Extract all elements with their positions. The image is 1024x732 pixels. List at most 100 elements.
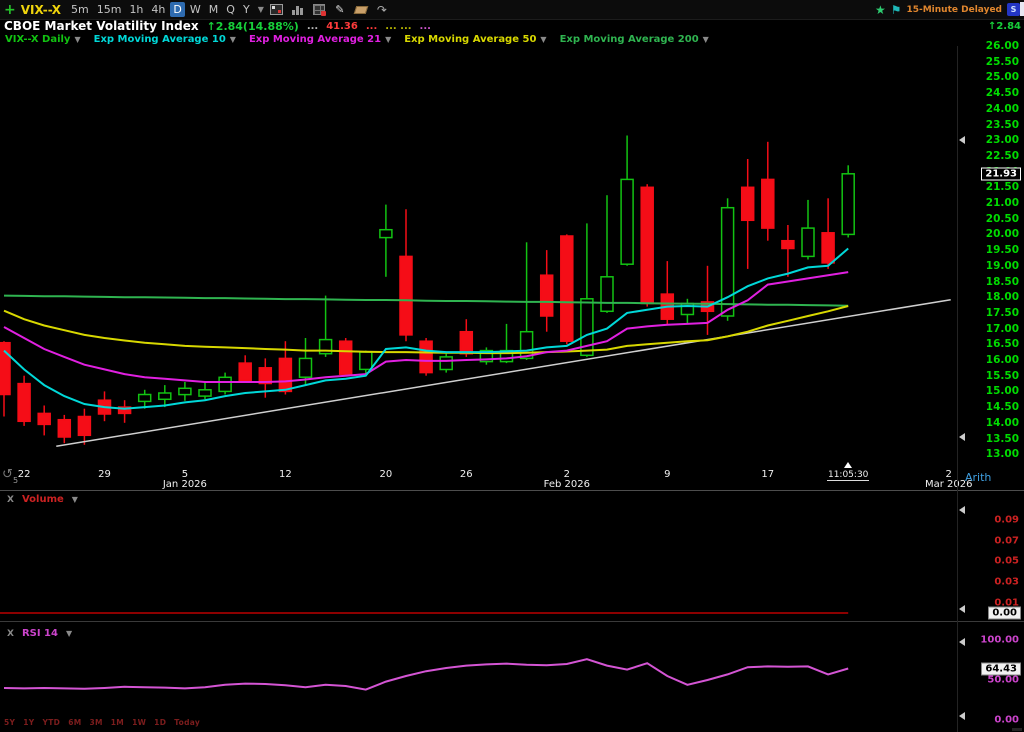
candles-group: [0, 136, 854, 445]
price-tick: 18.00: [986, 291, 1019, 303]
quote-extra-fields: ...41.36...... ......: [307, 21, 431, 32]
share-icon[interactable]: ↷: [374, 3, 390, 17]
legend-caret-icon[interactable]: ▼: [230, 35, 236, 44]
legend-label: VIX--X Daily: [5, 34, 70, 45]
rsi-pane-label[interactable]: RSI 14: [22, 628, 58, 639]
legend-item[interactable]: Exp Moving Average 21 ▼: [249, 34, 391, 45]
legend-item[interactable]: Exp Moving Average 10 ▼: [94, 34, 236, 45]
studies-icon[interactable]: [311, 3, 327, 17]
x-tick: 26: [431, 469, 501, 480]
volume-toggle-icon[interactable]: [290, 3, 306, 17]
timeframe-D[interactable]: D: [170, 2, 184, 17]
pane-divider[interactable]: [0, 490, 1024, 491]
price-tick: 14.50: [986, 401, 1019, 413]
quote-field: ...: [366, 21, 377, 32]
timeframe-M[interactable]: M: [206, 2, 222, 17]
legend-label: Exp Moving Average 21: [249, 34, 381, 45]
charting-app: + VIX--X 5m15m1h4hDWMQY ▼ ✎ ↷ ★ ⚑ 15-Min…: [0, 0, 1024, 732]
trendline: [56, 300, 950, 447]
price-tick: 16.50: [986, 338, 1019, 350]
range-buttons: 5Y 1Y YTD 6M 3M 1M 1W 1D Today: [4, 718, 200, 727]
price-tick: 13.50: [986, 433, 1019, 445]
price-tick: 24.50: [986, 87, 1019, 99]
price-tick: 15.00: [986, 385, 1019, 397]
x-tick: 12: [250, 469, 320, 480]
x-tick: 9: [632, 469, 702, 480]
legend-caret-icon[interactable]: ▼: [703, 35, 709, 44]
add-symbol-icon[interactable]: +: [4, 3, 16, 17]
timeframe-caret-icon[interactable]: ▼: [258, 5, 264, 14]
chart-style-icon[interactable]: [269, 3, 285, 17]
refresh-icon[interactable]: ↺: [2, 467, 13, 482]
quote-field: ...: [420, 21, 431, 32]
timeframe-Q[interactable]: Q: [223, 2, 238, 17]
flag-icon[interactable]: ⚑: [891, 4, 902, 16]
range-button-1w[interactable]: 1W: [132, 718, 146, 727]
rsi-caret-icon[interactable]: ▼: [66, 629, 72, 638]
close-volume-icon[interactable]: X: [7, 495, 14, 505]
timeframe-W[interactable]: W: [187, 2, 204, 17]
volume-marker-arrow-icon: [959, 506, 965, 514]
legend-caret-icon[interactable]: ▼: [540, 35, 546, 44]
favorite-star-icon[interactable]: ★: [875, 4, 886, 16]
legend-item[interactable]: Exp Moving Average 200▼: [560, 34, 709, 45]
toolbar: + VIX--X 5m15m1h4hDWMQY ▼ ✎ ↷ ★ ⚑ 15-Min…: [0, 0, 1024, 20]
price-tick: 15.50: [986, 370, 1019, 382]
eraser-icon[interactable]: [353, 3, 369, 17]
legend-item[interactable]: Exp Moving Average 50 ▼: [404, 34, 546, 45]
symbol-label[interactable]: VIX--X: [21, 3, 61, 17]
x-tick-month: Jan 2026: [145, 479, 225, 490]
rsi-tick: 0.00: [994, 715, 1019, 726]
price-marker-arrow-icon: [959, 433, 965, 441]
volume-tick: 0.09: [994, 515, 1019, 526]
refresh-count: 5: [13, 476, 18, 485]
volume-marker-arrow-icon: [959, 605, 965, 613]
rsi-chart[interactable]: [0, 622, 958, 732]
range-button-3m[interactable]: 3M: [89, 718, 102, 727]
x-tick: 17: [733, 469, 803, 480]
price-tick: 25.00: [986, 71, 1019, 83]
price-tick: 18.50: [986, 276, 1019, 288]
volume-pane-header: X Volume ▼: [7, 494, 78, 505]
price-tick: 17.00: [986, 323, 1019, 335]
x-axis: 22295Jan 20261220262Feb 202691711:05:302…: [0, 465, 1024, 490]
rsi-tick: 50.00: [987, 675, 1019, 686]
range-button-1m[interactable]: 1M: [111, 718, 124, 727]
current-rsi-box: 64.43: [981, 662, 1021, 675]
timeframe-4h[interactable]: 4h: [148, 2, 168, 17]
timeframe-Y[interactable]: Y: [240, 2, 253, 17]
legend-item[interactable]: VIX--X Daily ▼: [5, 34, 81, 45]
range-button-5y[interactable]: 5Y: [4, 718, 15, 727]
draw-icon[interactable]: ✎: [332, 3, 348, 17]
x-tick: 11:05:30: [813, 469, 883, 480]
axis-scale-label[interactable]: Arith: [965, 471, 991, 484]
legend-label: Exp Moving Average 10: [94, 34, 226, 45]
current-volume-box: 0.00: [988, 607, 1021, 620]
volume-chart[interactable]: [0, 492, 958, 621]
timeframe-5m[interactable]: 5m: [68, 2, 92, 17]
quote-field: ...: [307, 21, 318, 32]
volume-caret-icon[interactable]: ▼: [72, 495, 78, 504]
range-button-6m[interactable]: 6M: [68, 718, 81, 727]
resize-grip[interactable]: [1012, 728, 1022, 731]
range-button-today[interactable]: Today: [174, 718, 200, 727]
legend-caret-icon[interactable]: ▼: [74, 35, 80, 44]
close-rsi-icon[interactable]: X: [7, 629, 14, 639]
range-button-ytd[interactable]: YTD: [43, 718, 61, 727]
legend-caret-icon[interactable]: ▼: [385, 35, 391, 44]
timeframe-15m[interactable]: 15m: [94, 2, 125, 17]
x-tick: 20: [351, 469, 421, 480]
price-tick: 22.50: [986, 150, 1019, 162]
legend-label: Exp Moving Average 50: [404, 34, 536, 45]
range-button-1d[interactable]: 1D: [154, 718, 166, 727]
volume-pane-label[interactable]: Volume: [22, 494, 64, 505]
price-axis-column[interactable]: 26.0025.5025.0024.5024.0023.5023.0022.50…: [958, 0, 1024, 732]
price-chart[interactable]: [0, 46, 958, 465]
rsi-marker-arrow-icon: [959, 638, 965, 646]
volume-tick: 0.05: [994, 556, 1019, 567]
range-button-1y[interactable]: 1Y: [23, 718, 34, 727]
price-tick: 21.50: [986, 181, 1019, 193]
rsi-tick: 100.00: [980, 635, 1019, 646]
timeframe-1h[interactable]: 1h: [126, 2, 146, 17]
volume-tick: 0.03: [994, 577, 1019, 588]
